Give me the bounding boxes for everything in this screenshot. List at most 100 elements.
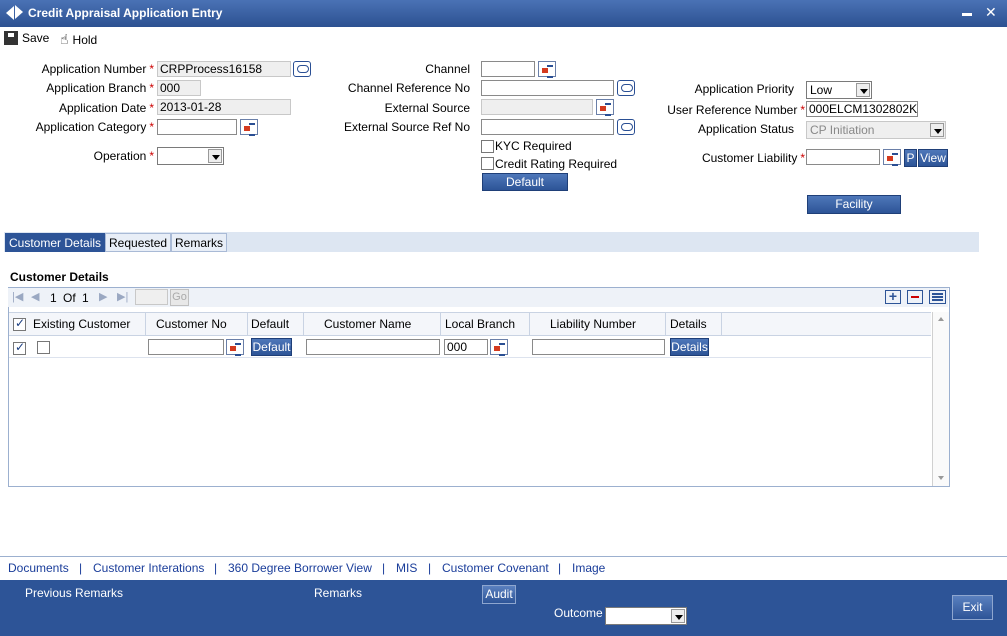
close-icon[interactable]: ✕ [985,4,997,21]
title-bar: Credit Appraisal Application Entry ▬ ✕ [0,0,1007,27]
page-of-label: Of [63,291,76,305]
col-customer-no: Customer No [152,313,248,335]
link-customer-covenant[interactable]: Customer Covenant [442,561,549,575]
window-title: Credit Appraisal Application Entry [28,6,223,20]
chat-icon[interactable] [617,80,635,96]
default-liability-button[interactable]: Default Liability [482,173,568,205]
tab-customer-details[interactable]: Customer Details [5,233,106,252]
next-page-icon[interactable]: ▶ [99,290,107,303]
channel-reference-no-label: Channel Reference No [347,81,470,95]
add-row-icon[interactable]: + [885,289,901,304]
col-liability-number: Liability Number [530,313,666,335]
operation-label: Operation * [93,149,154,163]
default-button[interactable]: Default [251,338,292,356]
user-reference-number-label: User Reference Number * [667,103,805,117]
channel-reference-no-field[interactable] [481,80,614,96]
audit-button[interactable]: Audit [482,585,516,604]
chat-icon[interactable] [617,119,635,135]
cursor-icon [15,5,23,19]
link-mis[interactable]: MIS [396,561,417,575]
existing-customer-checkbox[interactable] [37,341,50,354]
details-button[interactable]: Details [670,338,709,356]
hand-icon: ☝ [60,31,69,47]
local-branch-field[interactable]: 000 [444,339,488,355]
application-date-field[interactable]: 2013-01-28 [157,99,291,115]
select-all-checkbox[interactable] [13,316,26,331]
customer-name-field[interactable] [306,339,440,355]
scroll-down-icon[interactable] [938,476,944,480]
delete-row-icon[interactable] [907,290,923,304]
application-status-select[interactable]: CP Initiation [806,121,946,139]
lov-icon[interactable] [490,339,508,356]
link-separator: | [79,561,83,575]
outcome-select[interactable] [605,607,687,625]
link-image[interactable]: Image [572,561,605,575]
remarks-label[interactable]: Remarks [314,586,362,600]
application-priority-select[interactable]: Low [806,81,872,99]
link-customer-interactions[interactable]: Customer Interations [93,561,204,575]
application-number-field[interactable]: CRPProcess16158 [157,61,291,77]
col-default: Default [247,313,304,335]
lov-icon[interactable] [538,61,556,78]
links-bar: Documents | Customer Interations | 360 D… [0,556,1007,580]
chevron-down-icon [671,609,685,623]
view-button[interactable]: View [918,149,948,167]
toolbar: Save ☝ Hold [0,27,1007,51]
customer-no-field[interactable] [148,339,224,355]
col-local-branch: Local Branch [441,313,530,335]
external-source-field[interactable] [481,99,593,115]
scroll-up-icon[interactable] [938,317,944,321]
operation-select[interactable] [157,147,224,165]
save-icon [4,31,18,45]
liability-number-field[interactable] [532,339,665,355]
user-reference-number-field[interactable]: 000ELCM1302802KH [806,101,918,117]
link-360-degree-borrower-view[interactable]: 360 Degree Borrower View [228,561,372,575]
lov-icon[interactable] [240,119,258,136]
previous-remarks-label[interactable]: Previous Remarks [25,586,123,600]
section-title: Customer Details [10,270,109,284]
application-branch-label: Application Branch * [46,81,154,95]
footer: Previous Remarks Remarks Audit Outcome E… [0,580,1007,636]
row-select-checkbox[interactable] [13,340,26,355]
channel-field[interactable] [481,61,535,77]
page-current: 1 [50,291,57,305]
lov-icon[interactable] [596,99,614,116]
save-label: Save [22,31,50,45]
external-source-ref-no-label: External Source Ref No [343,120,470,134]
vertical-scrollbar[interactable] [932,312,949,486]
minimize-icon[interactable]: ▬ [962,8,972,19]
channel-label: Channel [425,62,470,76]
external-source-label: External Source [384,101,470,115]
application-branch-field[interactable]: 000 [157,80,201,96]
tab-requested[interactable]: Requested [105,233,172,252]
p-button[interactable]: P [904,149,917,167]
kyc-required-checkbox[interactable] [481,140,494,153]
first-page-icon[interactable]: |◀ [12,290,23,303]
application-category-label: Application Category * [35,120,154,134]
chevron-down-icon [208,149,222,163]
hold-button[interactable]: ☝ Hold [60,31,97,48]
chat-icon[interactable] [293,61,311,77]
go-button[interactable]: Go [170,289,189,306]
credit-rating-required-checkbox[interactable] [481,157,494,170]
tab-remarks[interactable]: Remarks [171,233,228,252]
list-view-icon[interactable] [929,290,946,304]
link-documents[interactable]: Documents [8,561,69,575]
facility-hierarchy-button[interactable]: Facility Hierarchy [807,195,901,227]
prev-page-icon[interactable]: ◀ [31,290,39,303]
external-source-ref-no-field[interactable] [481,119,614,135]
lov-icon[interactable] [883,149,901,166]
customer-liability-field[interactable] [806,149,880,165]
exit-button[interactable]: Exit [952,595,993,620]
application-number-label: Application Number * [41,62,154,76]
page-jump-input[interactable] [135,289,168,305]
link-separator: | [214,561,218,575]
save-button[interactable]: Save [4,31,49,45]
col-existing-customer: Existing Customer [29,313,146,335]
back-arrow-icon[interactable] [6,6,14,20]
application-date-label: Application Date * [58,101,154,115]
last-page-icon[interactable]: ▶| [117,290,128,303]
outcome-label: Outcome [554,606,603,620]
application-category-field[interactable] [157,119,237,135]
lov-icon[interactable] [226,339,244,356]
